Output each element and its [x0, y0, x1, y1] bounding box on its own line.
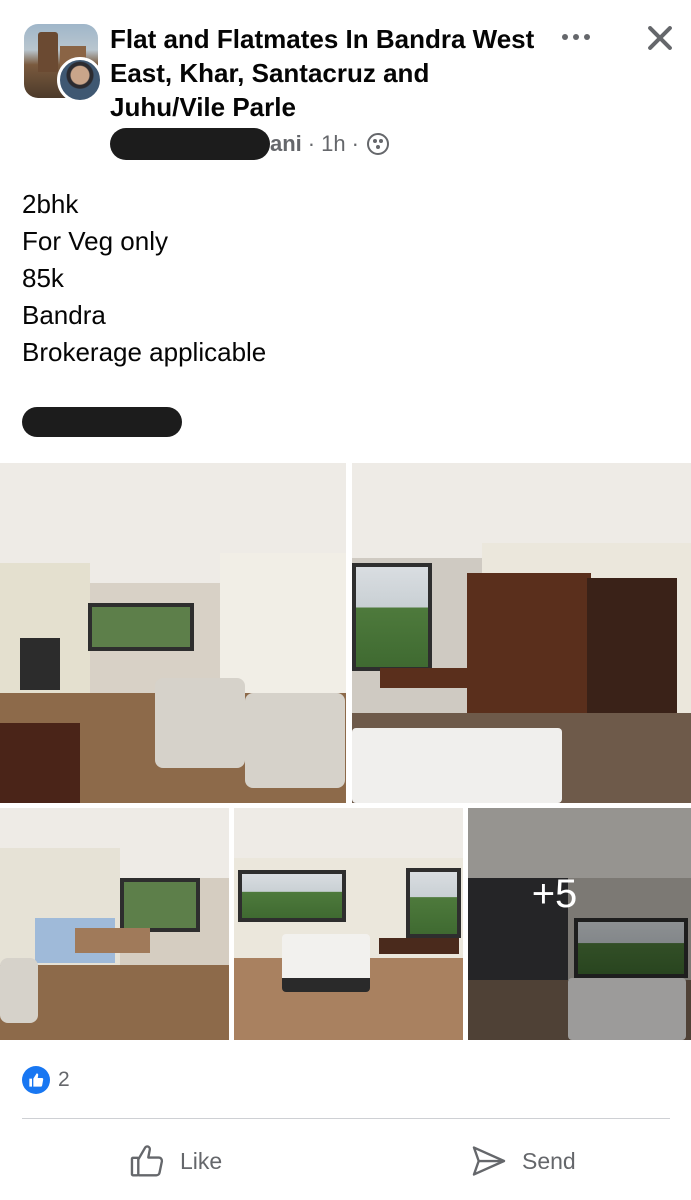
redacted-contact	[22, 407, 182, 437]
post-header: Flat and Flatmates In Bandra West East, …	[0, 0, 691, 170]
meta-separator: ·	[307, 131, 316, 156]
more-photos-count: +5	[531, 871, 578, 916]
post-text: 2bhk For Veg only 85k Bandra Brokerage a…	[22, 186, 662, 371]
post-text-line: Brokerage applicable	[22, 337, 267, 367]
group-title[interactable]: Flat and Flatmates In Bandra West East, …	[110, 22, 540, 124]
photo-bedroom-more[interactable]: +5	[468, 808, 691, 1040]
more-options-icon	[562, 34, 568, 40]
redacted-author-name	[110, 128, 270, 160]
like-label: Like	[180, 1147, 223, 1174]
post-text-line: 85k	[22, 263, 64, 293]
send-button[interactable]: Send	[470, 1138, 576, 1184]
send-label: Send	[522, 1147, 576, 1174]
like-reaction-icon	[22, 1066, 50, 1094]
author-name-suffix[interactable]: ani	[270, 131, 302, 157]
more-photos-overlay[interactable]: +5	[468, 808, 691, 1040]
photo-dining-area[interactable]	[0, 808, 229, 1040]
photo-bedroom-wardrobe[interactable]	[352, 463, 691, 803]
post-text-line: For Veg only	[22, 226, 168, 256]
meta-separator: ·	[351, 131, 359, 156]
reaction-count: 2	[58, 1068, 70, 1091]
more-options-button[interactable]	[556, 22, 596, 52]
close-icon[interactable]	[640, 18, 680, 58]
group-avatar-stack[interactable]	[24, 24, 103, 103]
thumbs-up-icon	[130, 1145, 164, 1177]
reaction-summary[interactable]: 2	[22, 1066, 70, 1094]
photo-bedroom-window[interactable]	[234, 808, 463, 1040]
post-timestamp[interactable]: 1h	[321, 131, 345, 157]
post-text-line: Bandra	[22, 300, 106, 330]
action-divider	[22, 1118, 670, 1119]
send-icon	[472, 1146, 506, 1176]
user-avatar[interactable]	[57, 57, 103, 103]
photo-living-room[interactable]	[0, 463, 346, 803]
post-meta: ani · 1h ·	[110, 128, 389, 160]
post-text-line: 2bhk	[22, 189, 79, 219]
like-button[interactable]: Like	[128, 1138, 222, 1184]
globe-icon	[366, 133, 389, 155]
